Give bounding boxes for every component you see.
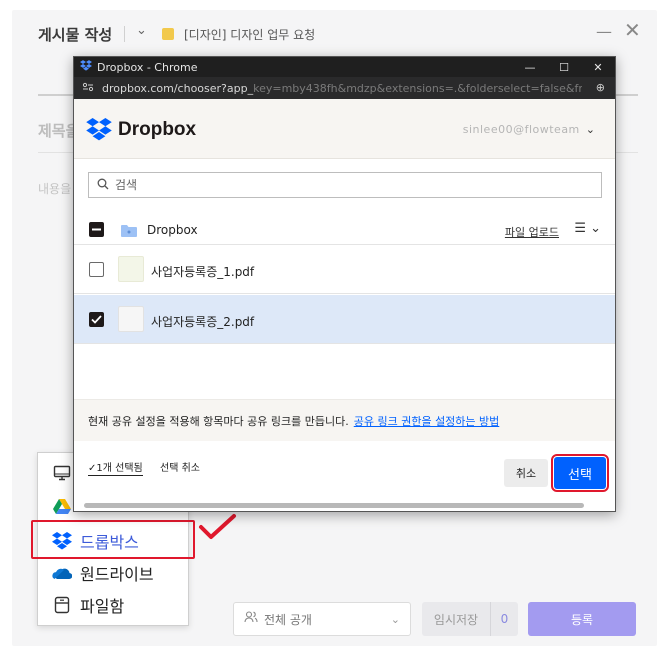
upload-file-link[interactable]: 파일 업로드 — [505, 224, 559, 240]
search-input[interactable] — [115, 178, 575, 192]
search-icon — [97, 178, 109, 193]
account-menu[interactable]: sinlee00@flowteam ⌄ — [463, 123, 595, 136]
folder-header-row: Dropbox 파일 업로드 ☰ ⌄ — [74, 215, 615, 245]
onedrive-icon — [52, 563, 72, 583]
selected-count[interactable]: ✓1개 선택됨 — [88, 459, 143, 476]
url-blurred: key=mby438fh&mdzp&extensions=.&foldersel… — [253, 81, 582, 95]
select-button[interactable]: 선택 — [551, 454, 609, 492]
project-color-icon — [162, 28, 174, 40]
dropbox-logo: Dropbox — [86, 118, 196, 141]
folder-icon — [120, 223, 138, 242]
search-box[interactable] — [88, 172, 602, 198]
title-divider — [124, 26, 125, 42]
zoom-icon[interactable]: ⊕ — [596, 81, 605, 94]
check-annotation-icon — [198, 513, 238, 545]
file-checkbox-checked[interactable] — [89, 312, 104, 327]
chevron-down-icon: ⌄ — [390, 612, 400, 626]
file-name: 사업자등록증_1.pdf — [151, 265, 255, 279]
deselect-button[interactable]: 선택 취소 — [160, 459, 200, 474]
site-settings-icon[interactable] — [82, 82, 94, 95]
cancel-button[interactable]: 취소 — [504, 459, 548, 487]
close-icon[interactable]: ✕ — [624, 18, 641, 42]
body-input[interactable]: 내용을 — [38, 180, 71, 197]
account-email: sinlee00@flowteam — [462, 123, 580, 136]
maximize-icon[interactable]: ☐ — [547, 57, 581, 77]
attach-item-label: 원드라이브 — [80, 565, 154, 584]
file-checkbox[interactable] — [89, 262, 104, 277]
window-title: Dropbox - Chrome — [97, 60, 198, 74]
visibility-label: 전체 공개 — [264, 612, 312, 627]
attach-item-onedrive[interactable]: 원드라이브 — [38, 557, 188, 589]
window-titlebar[interactable]: Dropbox - Chrome — ☐ ✕ — [74, 57, 615, 77]
editor-title: 게시물 작성 — [38, 26, 113, 44]
url-text: dropbox.com/chooser?app_key=mby438fh&mdz… — [102, 82, 582, 95]
monitor-icon — [52, 463, 72, 483]
submit-button[interactable]: 등록 — [528, 602, 636, 636]
dropbox-header: Dropbox sinlee00@flowteam ⌄ — [74, 99, 615, 159]
chevron-down-icon: ⌄ — [585, 123, 595, 136]
minimize-icon[interactable]: — — [596, 22, 612, 41]
dropbox-icon — [80, 60, 92, 74]
file-thumbnail — [118, 306, 144, 332]
url-visible: dropbox.com/chooser?app_ — [102, 81, 254, 95]
close-icon[interactable]: ✕ — [581, 57, 615, 77]
share-notice: 현재 공유 설정을 적용해 항목마다 공유 링크를 만듭니다. 공유 링크 권한… — [74, 399, 615, 441]
dropbox-icon — [86, 118, 112, 141]
dropbox-highlight-annotation — [31, 520, 195, 559]
visibility-select[interactable]: 전체 공개 ⌄ — [233, 602, 411, 636]
window-controls: — ☐ ✕ — [513, 57, 615, 77]
draft-button[interactable]: 임시저장 — [422, 602, 490, 636]
project-tag[interactable]: [디자인] 디자인 업무 요청 — [184, 26, 315, 43]
chevron-down-icon[interactable]: ⌄ — [136, 23, 147, 38]
logo-text: Dropbox — [118, 118, 197, 140]
file-row[interactable]: 사업자등록증_1.pdf — [74, 245, 615, 294]
google-drive-icon — [52, 497, 72, 517]
attach-item-label: 파일함 — [80, 597, 125, 616]
horizontal-scrollbar[interactable] — [84, 503, 584, 508]
share-settings-link[interactable]: 공유 링크 권한을 설정하는 방법 — [354, 413, 500, 429]
attach-item-file-box[interactable]: 파일함 — [38, 589, 188, 621]
select-all-checkbox[interactable] — [89, 222, 104, 237]
chooser-footer: ✓1개 선택됨 선택 취소 취소 선택 — [74, 441, 615, 511]
selected-count-label: 1개 선택됨 — [96, 463, 143, 474]
minimize-icon[interactable]: — — [513, 57, 547, 77]
file-thumbnail — [118, 256, 144, 282]
users-icon — [244, 611, 258, 627]
folder-name[interactable]: Dropbox — [147, 223, 198, 237]
file-name: 사업자등록증_2.pdf — [151, 315, 255, 329]
file-row-selected[interactable]: 사업자등록증_2.pdf — [74, 295, 615, 344]
view-options-menu[interactable]: ☰ ⌄ — [574, 221, 601, 236]
chrome-popup-window: Dropbox - Chrome — ☐ ✕ dropbox.com/choos… — [73, 56, 616, 512]
address-bar[interactable]: dropbox.com/chooser?app_key=mby438fh&mdz… — [74, 77, 615, 99]
draft-count[interactable]: 0 — [490, 602, 518, 636]
notice-text: 현재 공유 설정을 적용해 항목마다 공유 링크를 만듭니다. — [88, 414, 349, 428]
file-box-icon — [52, 595, 72, 615]
